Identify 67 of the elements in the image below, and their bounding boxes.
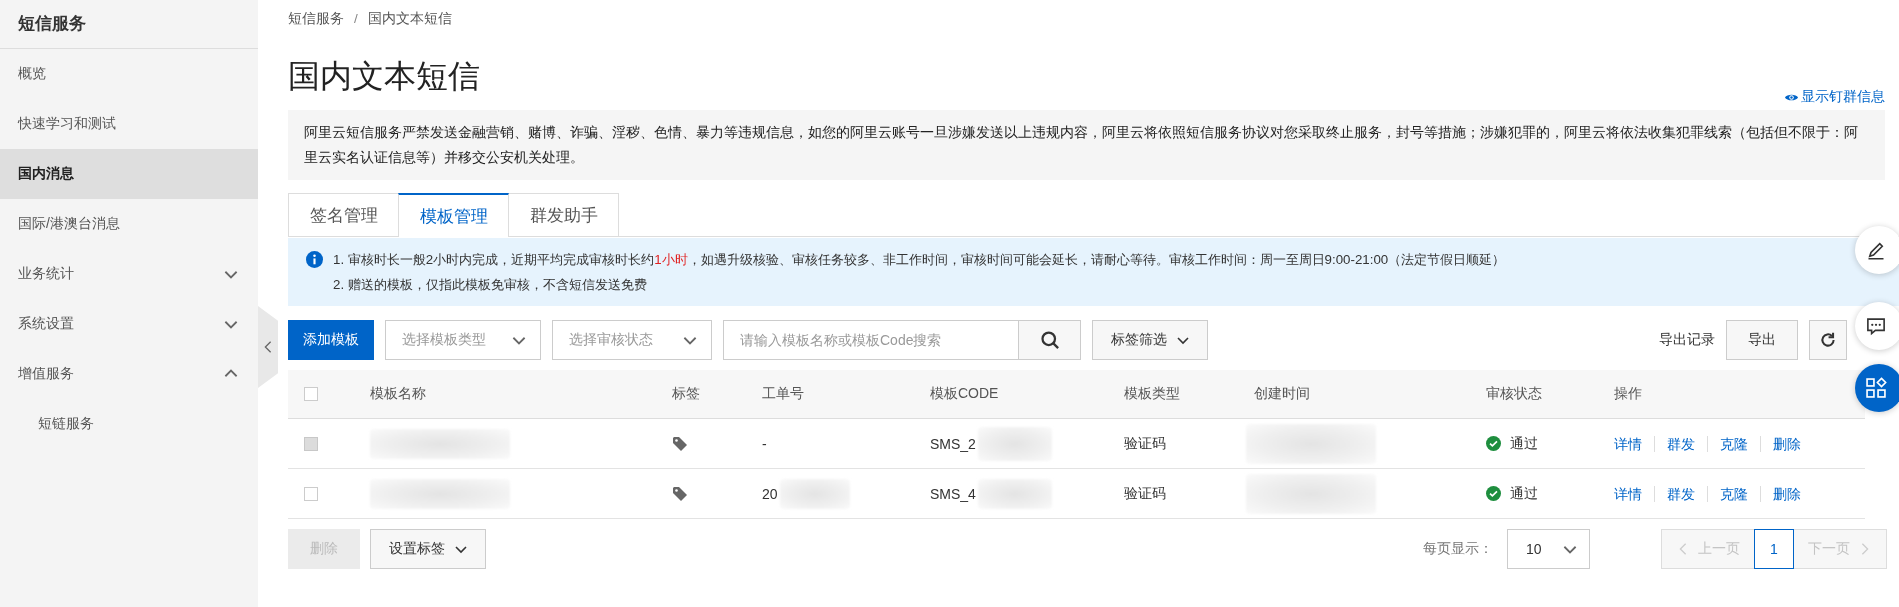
- warning-notice: 阿里云短信服务严禁发送金融营销、赌博、诈骗、淫秽、色情、暴力等违规信息，如您的阿里云账号一旦涉嫌发送以上违规内容，阿里云将依照短信服务协议对您采取终止服务，封号等措施；涉嫌犯罪的，阿里云将依法收集犯罪线索（包括但不限于：阿里云实名认证信息等）并移交公安机关处理。: [288, 110, 1885, 180]
- note-text: 2. 赠送的模板，仅指此模板免审核，不含短信发送免费: [333, 276, 648, 294]
- table-cell: 验证码: [1124, 484, 1166, 503]
- refresh-icon: [1819, 331, 1837, 349]
- page-size-label: 每页显示：: [1423, 540, 1493, 558]
- tag-icon: [672, 435, 688, 452]
- page-number-button[interactable]: 1: [1754, 529, 1794, 569]
- action-link[interactable]: 克隆: [1707, 485, 1760, 502]
- refresh-button[interactable]: [1809, 320, 1847, 360]
- search-button[interactable]: [1019, 320, 1081, 360]
- table-cell: SMS_2: [930, 435, 976, 452]
- breadcrumb-item[interactable]: 短信服务: [288, 9, 344, 29]
- sidebar-item[interactable]: 国内消息: [0, 149, 258, 199]
- sidebar-item[interactable]: 短链服务: [0, 399, 258, 449]
- chat-button[interactable]: [1855, 302, 1899, 350]
- check-circle-icon: [1486, 486, 1501, 501]
- chat-icon: [1866, 316, 1886, 336]
- select-all-checkbox[interactable]: [304, 387, 318, 401]
- search-icon: [1039, 330, 1060, 350]
- column-header: 操作: [1614, 385, 1642, 403]
- tag-filter-button[interactable]: 标签筛选: [1092, 320, 1208, 360]
- note-text: 1. 审核时长一般2小时内完成，近期平均完成审核时长约1小时，如遇升级核验、审核任务较多、非工作时间，审核时间可能会延长，请耐心等待。审核工作时间：周一至周日9:00-21:00（法定节假日顺延）: [333, 251, 1506, 269]
- action-link[interactable]: 群发: [1654, 485, 1707, 502]
- apps-button[interactable]: [1855, 364, 1899, 412]
- info-icon: [306, 251, 323, 268]
- export-button[interactable]: 导出: [1726, 320, 1798, 360]
- search-field[interactable]: 请输入模板名称或模板Code搜索: [723, 320, 1019, 360]
- column-header: 审核状态: [1486, 385, 1542, 403]
- breadcrumb-separator: /: [354, 10, 358, 28]
- column-header: 工单号: [762, 385, 804, 403]
- table-cell: 20: [762, 485, 778, 502]
- breadcrumb-item: 国内文本短信: [367, 10, 452, 28]
- sidebar-item[interactable]: 概览: [0, 49, 258, 99]
- tag-icon: [672, 485, 688, 502]
- status-text: 通过: [1510, 484, 1538, 503]
- table-cell: SMS_4: [930, 485, 976, 502]
- column-header: 模板类型: [1124, 385, 1180, 403]
- tab[interactable]: 模板管理: [398, 193, 509, 237]
- column-header: 创建时间: [1254, 385, 1310, 403]
- apps-icon: [1865, 377, 1887, 399]
- add-template-button[interactable]: 添加模板: [288, 320, 374, 360]
- action-link[interactable]: 删除: [1760, 485, 1813, 502]
- check-circle-icon: [1486, 436, 1501, 451]
- column-header: 模板名称: [370, 385, 426, 403]
- sidebar-item[interactable]: 系统设置: [0, 299, 258, 349]
- sidebar-item[interactable]: 国际/港澳台消息: [0, 199, 258, 249]
- table-cell: -: [762, 435, 767, 452]
- pencil-icon: [1866, 240, 1886, 260]
- page-title: 国内文本短信: [288, 57, 480, 96]
- column-header: 模板CODE: [930, 385, 999, 403]
- column-header: 标签: [672, 385, 700, 403]
- table-cell: 验证码: [1124, 434, 1166, 453]
- status-text: 通过: [1510, 434, 1538, 453]
- tab[interactable]: 签名管理: [288, 193, 399, 236]
- blurred-area: [779, 478, 850, 509]
- export-record-link[interactable]: 导出记录: [1659, 331, 1715, 349]
- sidebar-item[interactable]: 业务统计: [0, 249, 258, 299]
- sidebar-title: 短信服务: [0, 0, 258, 49]
- sidebar-item[interactable]: 增值服务: [0, 349, 258, 399]
- edit-button[interactable]: [1855, 226, 1899, 274]
- row-checkbox[interactable]: [304, 486, 318, 501]
- set-tag-button[interactable]: 设置标签: [370, 529, 486, 569]
- tab[interactable]: 群发助手: [508, 193, 619, 236]
- page-size-select[interactable]: 10: [1507, 529, 1590, 569]
- action-link[interactable]: 详情: [1614, 485, 1654, 502]
- dingtalk-link[interactable]: 显示钉群信息: [1784, 88, 1885, 106]
- sidebar-item[interactable]: 快速学习和测试: [0, 99, 258, 149]
